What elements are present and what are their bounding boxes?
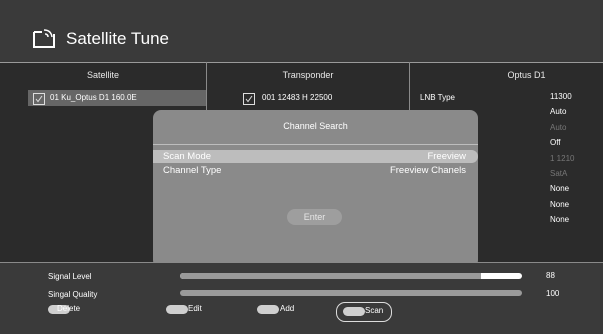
option-value: Freeview Chanels — [389, 165, 466, 176]
checkbox-checked-icon — [243, 93, 255, 105]
checkbox-checked-icon — [33, 93, 45, 105]
signal-quality-value: 100 — [546, 289, 560, 298]
delete-key-label[interactable]: Delete — [57, 304, 80, 313]
transponder-list-item[interactable]: 001 12483 H 22500 — [240, 92, 405, 108]
transponder-name: 001 12483 H 22500 — [262, 93, 333, 102]
setting-value[interactable]: Off — [550, 138, 561, 147]
setting-value[interactable]: 11300 — [550, 92, 572, 101]
setting-value[interactable]: None — [550, 200, 569, 209]
signal-level-label: Signal Level — [48, 272, 92, 281]
scan-mode-option[interactable]: Scan Mode Freeview — [153, 150, 478, 163]
setting-value[interactable]: None — [550, 184, 569, 193]
edit-key-label[interactable]: Edit — [188, 304, 202, 313]
setting-value[interactable]: None — [550, 215, 569, 224]
signal-quality-bar — [180, 290, 522, 296]
scan-key-label: Scan — [365, 306, 384, 315]
bottom-panel: Signal Level 88 Singal Quality 100 Delet… — [0, 262, 603, 334]
satellite-list-item[interactable]: 01 Ku_Optus D1 160.0E — [28, 90, 206, 106]
option-value: Freeview — [427, 151, 466, 162]
signal-level-bar — [180, 273, 522, 279]
option-label: Channel Type — [163, 165, 222, 176]
signal-level-value: 88 — [546, 271, 555, 280]
green-key-icon[interactable] — [166, 305, 188, 314]
title-bar: Satellite Tune — [0, 0, 603, 60]
setting-value[interactable]: Auto — [550, 107, 566, 116]
setting-value[interactable]: 1 1210 — [550, 154, 574, 163]
signal-quality-fill — [180, 290, 522, 296]
option-label: Scan Mode — [163, 151, 212, 162]
scan-key-button[interactable]: Scan — [336, 302, 392, 322]
signal-quality-label: Singal Quality — [48, 290, 98, 299]
add-key-label[interactable]: Add — [280, 304, 294, 313]
signal-level-fill — [180, 273, 481, 279]
transponder-column-header: Transponder — [282, 70, 334, 80]
setting-value[interactable]: SatA — [550, 169, 567, 178]
blue-key-icon — [343, 307, 365, 316]
bottom-divider — [0, 262, 603, 263]
yellow-key-icon[interactable] — [257, 305, 279, 314]
channel-search-dialog: Channel Search Scan Mode Freeview Channe… — [153, 110, 478, 268]
dialog-divider — [153, 144, 478, 145]
satellite-dish-icon — [33, 29, 55, 48]
lnb-type-label: LNB Type — [420, 93, 455, 102]
page-title: Satellite Tune — [66, 29, 170, 48]
setting-value[interactable]: Auto — [550, 123, 566, 132]
satellite-name: 01 Ku_Optus D1 160.0E — [50, 93, 137, 102]
enter-button[interactable]: Enter — [287, 209, 342, 225]
satellite-column-header: Satellite — [86, 70, 120, 80]
dialog-title: Channel Search — [283, 121, 348, 131]
settings-column-header: Optus D1 — [507, 70, 546, 80]
channel-type-option[interactable]: Channel Type Freeview Chanels — [153, 164, 478, 177]
